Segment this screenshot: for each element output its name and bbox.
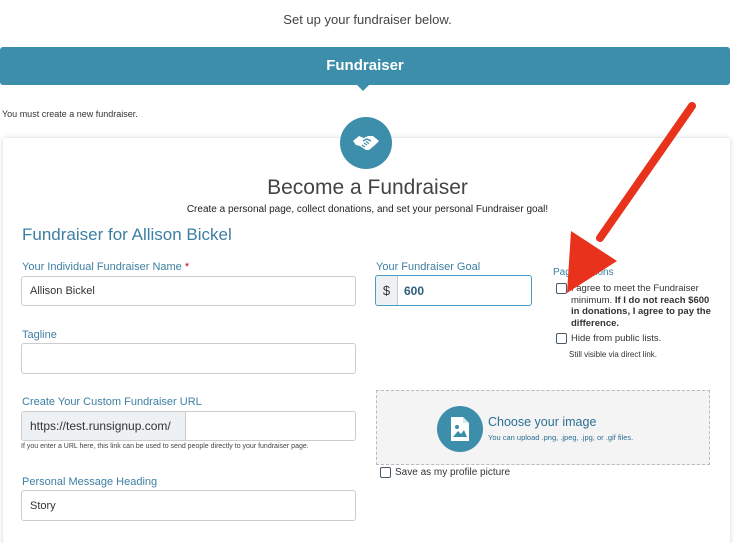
- profile-picture-label: Save as my profile picture: [395, 467, 511, 478]
- name-input[interactable]: Allison Bickel: [21, 276, 356, 306]
- url-hint: If you enter a URL here, this link can b…: [21, 443, 309, 450]
- tagline-input[interactable]: [21, 343, 356, 374]
- banner-pointer: [356, 84, 370, 91]
- message-heading-label: Personal Message Heading: [22, 476, 158, 488]
- goal-input[interactable]: $ 600: [375, 275, 532, 306]
- upload-subtitle: You can upload .png, .jpeg, .jpg, or .gi…: [488, 433, 634, 442]
- hide-text: Hide from public lists.: [571, 333, 662, 344]
- card-subtitle: Create a personal page, collect donation…: [186, 204, 549, 215]
- name-label: Your Individual Fundraiser Name *: [22, 261, 189, 273]
- section-title: Fundraiser for Allison Bickel: [22, 225, 232, 244]
- agree-checkbox[interactable]: [556, 283, 567, 294]
- currency-prefix: $: [376, 276, 398, 305]
- card-title: Become a Fundraiser: [267, 176, 468, 199]
- image-file-icon: [437, 406, 483, 452]
- url-label: Create Your Custom Fundraiser URL: [22, 396, 202, 408]
- page-options-label: Page Options: [553, 267, 614, 278]
- profile-picture-checkbox[interactable]: [380, 467, 391, 478]
- hide-checkbox[interactable]: [556, 333, 567, 344]
- tagline-label: Tagline: [22, 329, 57, 341]
- notice-text: You must create a new fundraiser.: [2, 109, 138, 119]
- goal-value[interactable]: 600: [398, 276, 531, 305]
- url-input-group: https://test.runsignup.com/: [21, 411, 356, 441]
- name-label-text: Your Individual Fundraiser Name: [22, 261, 182, 273]
- message-heading-input[interactable]: Story: [21, 490, 356, 521]
- hide-note: Still visible via direct link.: [569, 350, 658, 359]
- fundraiser-tab-banner[interactable]: Fundraiser: [0, 47, 730, 85]
- url-prefix: https://test.runsignup.com/: [22, 412, 186, 440]
- required-marker: *: [184, 261, 190, 273]
- intro-text: Set up your fundraiser below.: [283, 12, 452, 27]
- upload-title[interactable]: Choose your image: [488, 415, 596, 429]
- image-upload-area[interactable]: Choose your image You can upload .png, .…: [376, 390, 710, 465]
- goal-label: Your Fundraiser Goal: [376, 261, 481, 273]
- agree-text: I agree to meet the Fundraiser minimum. …: [571, 283, 711, 329]
- url-input[interactable]: [186, 412, 355, 440]
- handshake-icon: [340, 117, 392, 169]
